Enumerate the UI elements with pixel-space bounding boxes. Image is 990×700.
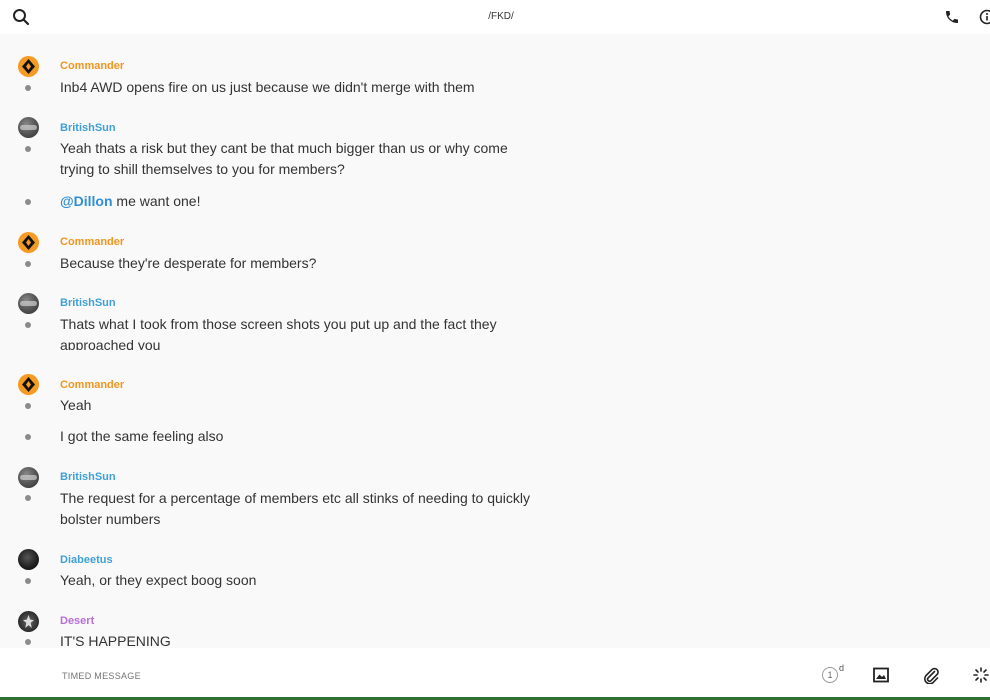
message-dot bbox=[25, 322, 31, 328]
timed-message-button[interactable]: 1 d bbox=[820, 663, 848, 685]
timer-icon: 1 bbox=[822, 667, 838, 683]
message-text: Yeah, or they expect boog soon bbox=[60, 572, 257, 588]
message-dot bbox=[25, 578, 31, 584]
message-text: Yeah bbox=[60, 397, 92, 413]
avatar[interactable] bbox=[18, 549, 39, 570]
avatar[interactable] bbox=[18, 374, 39, 395]
message-dot bbox=[25, 403, 31, 409]
attachment-icon[interactable] bbox=[922, 666, 940, 684]
author-name[interactable]: Commander bbox=[60, 60, 124, 72]
message-text: @Dillon me want one! bbox=[60, 191, 560, 212]
avatar[interactable] bbox=[18, 467, 39, 488]
avatar[interactable] bbox=[18, 611, 39, 632]
chat-title: /FKD/ bbox=[488, 11, 514, 22]
message-dot bbox=[25, 639, 31, 645]
avatar[interactable] bbox=[18, 117, 39, 138]
avatar[interactable] bbox=[18, 293, 39, 314]
message-dot bbox=[25, 85, 31, 91]
loading-icon[interactable] bbox=[972, 666, 990, 684]
avatar[interactable] bbox=[18, 56, 39, 77]
message-text: Inb4 AWD opens fire on us just because w… bbox=[60, 79, 475, 95]
info-icon[interactable] bbox=[979, 9, 990, 25]
timer-unit: d bbox=[839, 663, 845, 673]
message-text: Because they're desperate for members? bbox=[60, 255, 317, 271]
message-text: IT'S HAPPENING bbox=[60, 633, 171, 648]
message-dot bbox=[25, 146, 31, 152]
author-name[interactable]: Commander bbox=[60, 236, 124, 248]
message-text: I got the same feeling also bbox=[60, 428, 224, 444]
message-text: The request for a percentage of members … bbox=[60, 490, 531, 527]
author-name[interactable]: Commander bbox=[60, 379, 124, 391]
mention-text: me want one! bbox=[112, 193, 201, 209]
avatar[interactable] bbox=[18, 232, 39, 253]
message-text: Yeah thats a risk but they cant be that … bbox=[60, 140, 508, 177]
mention-link[interactable]: @Dillon bbox=[60, 193, 113, 209]
message-dot bbox=[25, 495, 31, 501]
author-name[interactable]: Desert bbox=[60, 615, 94, 627]
author-name[interactable]: BritishSun bbox=[60, 297, 116, 309]
image-icon[interactable] bbox=[873, 667, 889, 683]
message-list[interactable]: Commander Inb4 AWD opens fire on us just… bbox=[0, 34, 990, 648]
author-name[interactable]: BritishSun bbox=[60, 122, 116, 134]
message-dot bbox=[25, 199, 31, 205]
phone-icon[interactable] bbox=[944, 9, 960, 25]
message-composer: 1 d bbox=[0, 648, 990, 700]
message-dot bbox=[25, 434, 31, 440]
message-input[interactable] bbox=[60, 667, 764, 685]
message-text: Thats what I took from those screen shot… bbox=[60, 316, 497, 350]
message-dot bbox=[25, 261, 31, 267]
author-name[interactable]: Diabeetus bbox=[60, 554, 113, 566]
chat-header: /FKD/ bbox=[0, 0, 990, 34]
author-name[interactable]: BritishSun bbox=[60, 471, 116, 483]
